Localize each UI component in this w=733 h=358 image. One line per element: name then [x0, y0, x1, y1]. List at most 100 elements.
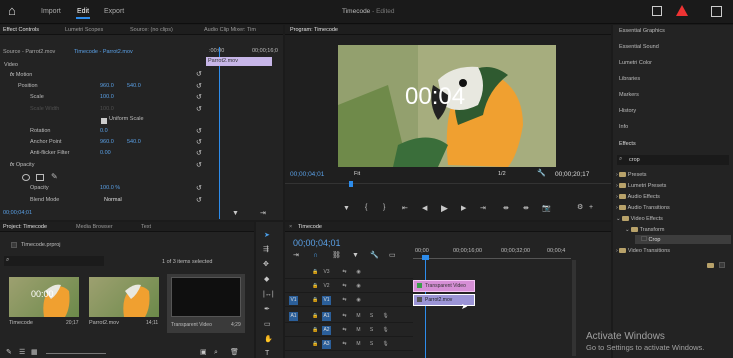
reset-icon[interactable]: ↺ [196, 83, 202, 90]
captions-icon[interactable]: ▭ [389, 252, 396, 259]
share-icon[interactable] [652, 6, 662, 16]
panel-effects[interactable]: Effects [619, 141, 636, 150]
new-item-icon[interactable] [719, 262, 725, 268]
lock-icon[interactable]: ✎ [6, 349, 12, 356]
mic-icon[interactable]: 🎙 [381, 326, 390, 335]
project-search[interactable]: ⌕ [4, 256, 104, 266]
resolution-select[interactable]: 1/2 [498, 171, 506, 180]
project-item[interactable]: 00:00 [9, 277, 79, 317]
opacity-label[interactable]: Opacity [30, 185, 49, 194]
alert-icon[interactable] [676, 5, 688, 16]
mute-button[interactable]: M [354, 326, 363, 335]
project-item[interactable] [171, 277, 241, 317]
hand-tool-icon[interactable]: ✋ [264, 336, 273, 343]
new-bin-icon[interactable] [707, 263, 714, 268]
track-select-icon[interactable]: ⇶ [263, 246, 269, 253]
panel-lumetri-color[interactable]: Lumetri Color [619, 60, 652, 69]
linked-selection-icon[interactable]: ⛓ [332, 252, 341, 259]
lock-icon[interactable]: 🔒 [311, 282, 320, 291]
tree-transform[interactable]: ⌄ Transform [625, 226, 664, 235]
ripple-edit-icon[interactable]: ✥ [263, 261, 269, 268]
panel-info[interactable]: Info [619, 124, 628, 133]
export-frame-icon[interactable]: ⇥ [260, 210, 266, 217]
uniform-scale-checkbox[interactable] [101, 118, 107, 124]
solo-button[interactable]: S [367, 340, 376, 349]
tab-audio-clip-mixer[interactable]: Audio Clip Mixer: Tim [204, 27, 256, 33]
reset-icon[interactable]: ↺ [196, 106, 202, 113]
tree-audio-transitions[interactable]: › Audio Transitions [616, 204, 670, 213]
mark-in-icon[interactable]: { [365, 204, 367, 211]
source-label[interactable]: Source - Parrot2.mov [3, 49, 55, 58]
panel-essential-sound[interactable]: Essential Sound [619, 44, 659, 53]
search-icon[interactable]: ⌕ [214, 349, 218, 356]
tab-import[interactable]: Import [41, 8, 61, 15]
icon-view-icon[interactable]: ▦ [31, 349, 38, 356]
mask-rectangle-icon[interactable] [36, 174, 44, 181]
tab-text[interactable]: Text [141, 224, 151, 230]
timeline-ruler[interactable] [413, 258, 571, 260]
mask-ellipse-icon[interactable] [22, 174, 30, 181]
lock-icon[interactable]: 🔒 [311, 268, 320, 277]
ec-playhead[interactable] [219, 47, 220, 219]
sync-icon[interactable]: ⇆ [340, 326, 349, 335]
reset-icon[interactable]: ↺ [196, 162, 202, 169]
mute-button[interactable]: M [354, 312, 363, 321]
play-icon[interactable]: ▶ [441, 204, 448, 213]
snap-icon[interactable]: ∩ [313, 252, 318, 259]
solo-button[interactable]: S [367, 326, 376, 335]
go-to-in-icon[interactable]: ⇤ [402, 205, 408, 212]
camera-icon[interactable]: 📷 [542, 205, 551, 212]
insert-icon[interactable]: ⇼ [503, 205, 509, 212]
blend-mode-select[interactable]: Normal [104, 197, 122, 206]
position-row[interactable]: Position [18, 83, 38, 92]
timeline-title[interactable]: Timecode [298, 224, 322, 230]
ec-clip-chip[interactable]: Parrot2.mov [206, 57, 272, 66]
scale-value[interactable]: 100.0 [100, 94, 114, 103]
fullscreen-icon[interactable] [711, 6, 722, 17]
reset-icon[interactable]: ↺ [196, 139, 202, 146]
anchor-label[interactable]: Anchor Point [30, 139, 62, 148]
clip-transparent-video[interactable]: Transparent Video [413, 280, 475, 292]
reset-icon[interactable]: ↺ [196, 94, 202, 101]
eye-icon[interactable]: ◉ [354, 268, 363, 277]
lock-icon[interactable]: 🔒 [311, 340, 320, 349]
lock-icon[interactable]: 🔒 [311, 312, 320, 321]
tab-source[interactable]: Source: (no clips) [130, 27, 173, 33]
rotation-label[interactable]: Rotation [30, 128, 51, 137]
antiflicker-label[interactable]: Anti-flicker Filter [30, 150, 69, 159]
timeline-close-icon[interactable]: × [289, 224, 292, 230]
project-item[interactable] [89, 277, 159, 317]
tab-project[interactable]: Project: Timecode [3, 224, 47, 230]
sync-icon[interactable]: ⇆ [340, 282, 349, 291]
reset-icon[interactable]: ↺ [196, 185, 202, 192]
mute-button[interactable]: M [354, 340, 363, 349]
panel-libraries[interactable]: Libraries [619, 76, 640, 85]
mark-out-icon[interactable]: } [383, 204, 385, 211]
position-y[interactable]: 540.0 [127, 83, 141, 92]
antiflicker-value[interactable]: 0.00 [100, 150, 111, 159]
program-monitor-title[interactable]: Program: Timecode [290, 27, 338, 33]
add-marker-icon[interactable]: ▼ [343, 205, 350, 212]
sync-icon[interactable]: ⇆ [340, 312, 349, 321]
filter-icon[interactable]: ▼ [232, 210, 239, 217]
playhead-handle[interactable] [422, 255, 429, 260]
fx-opacity[interactable]: fx Opacity [10, 162, 34, 171]
reset-icon[interactable]: ↺ [196, 197, 202, 204]
program-video-frame[interactable]: 00:04 [338, 45, 556, 167]
timeline-playhead[interactable] [425, 255, 426, 358]
go-to-out-icon[interactable]: ⇥ [480, 205, 486, 212]
panel-history[interactable]: History [619, 108, 636, 117]
source-patch-a1[interactable]: A1 [289, 312, 298, 321]
zoom-slider[interactable] [46, 353, 106, 354]
type-tool-icon[interactable]: T [265, 350, 269, 357]
pen-tool-icon[interactable]: ✒ [264, 306, 270, 313]
reset-icon[interactable]: ↺ [196, 150, 202, 157]
eye-icon[interactable]: ◉ [354, 282, 363, 291]
tab-lumetri-scopes[interactable]: Lumetri Scopes [65, 27, 103, 33]
step-forward-icon[interactable]: ▶ [461, 205, 466, 212]
tree-video-transitions[interactable]: › Video Transitions [616, 247, 670, 256]
tab-effect-controls[interactable]: Effect Controls [3, 27, 39, 33]
effects-search[interactable]: ⌕ crop [617, 155, 729, 165]
tab-export[interactable]: Export [104, 8, 124, 15]
wrench-icon[interactable]: 🔧 [537, 170, 546, 177]
